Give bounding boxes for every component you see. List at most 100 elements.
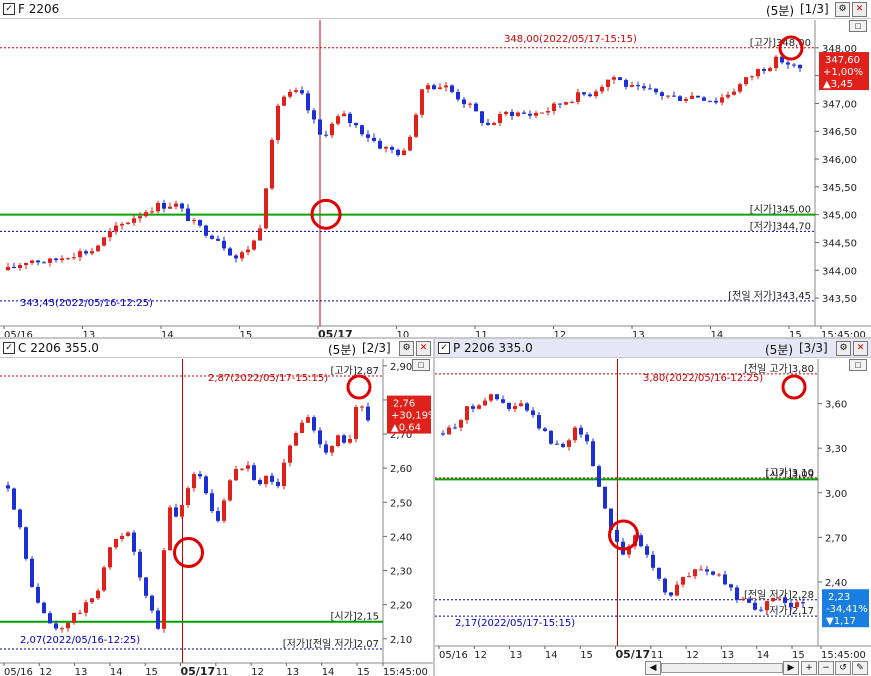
candle-up (765, 601, 769, 611)
candle-up (120, 535, 124, 539)
candle-down (258, 480, 262, 485)
current-change-value: ▲3,45 (823, 79, 853, 90)
candle-up (222, 500, 226, 521)
y-tick-label: 347,00 (822, 99, 857, 110)
zoom-out-icon[interactable]: − (818, 661, 834, 675)
highlight-circle (346, 374, 372, 400)
x-tick-label: 05/17 (318, 328, 353, 337)
candle-up (489, 394, 493, 401)
candle-up (777, 597, 781, 599)
candle-down (657, 567, 661, 579)
candle-down (705, 569, 709, 572)
candle-up (594, 91, 598, 97)
candlestick-chart[interactable]: 2,902,802,702,602,502,402,302,202,1005/1… (0, 339, 433, 676)
candle-down (582, 92, 586, 95)
candle-up (186, 488, 190, 506)
candle-up (24, 263, 28, 266)
candle-down (561, 443, 565, 447)
candle-down (234, 255, 238, 259)
candle-up (546, 111, 550, 113)
candle-up (192, 219, 196, 222)
reference-label-low: [저가]344,70 (750, 220, 811, 232)
tool-icon[interactable]: ✎ (852, 661, 868, 675)
highlight-circle (781, 374, 807, 400)
candle-up (336, 435, 340, 447)
candle-up (750, 76, 754, 78)
candle-up (330, 446, 334, 453)
candle-down (150, 595, 154, 611)
reference-label-open: [시가]3,09 (766, 468, 814, 480)
candle-down (30, 558, 34, 587)
candle-up (108, 231, 112, 238)
candle-up (60, 258, 64, 261)
candle-down (714, 100, 718, 103)
candle-down (360, 125, 364, 135)
y-tick-label: 344,50 (822, 238, 857, 249)
scroll-right-icon[interactable]: ▶ (783, 661, 799, 675)
current-change-percent: -34,41% (826, 604, 868, 615)
candle-down (639, 535, 643, 547)
y-tick-label: 345,50 (822, 183, 857, 194)
candle-up (306, 417, 310, 423)
current-price: 2,23 (828, 592, 850, 603)
candle-down (672, 95, 676, 97)
y-tick-label: 2,50 (390, 498, 412, 509)
chart-canvas: 3,603,303,002,702,4005/16 12 13 14 15 05/17 11… (435, 359, 871, 661)
extreme-annotation: 2,17(2022/05/17-15:15) (455, 618, 575, 629)
candle-up (258, 228, 262, 241)
candle-down (348, 113, 352, 123)
candle-up (72, 257, 76, 259)
chart-scrollbar[interactable]: ◀ ▶ + − ↺ ✎ (645, 660, 871, 675)
candle-down (162, 202, 166, 209)
candle-down (144, 577, 148, 596)
candle-up (513, 406, 517, 409)
current-change-value: ▼1,17 (826, 616, 856, 627)
candle-up (234, 468, 238, 481)
candle-up (690, 95, 694, 99)
candle-up (567, 440, 571, 447)
y-tick-label: 2,10 (390, 635, 412, 646)
x-tick-label: 14 (110, 667, 123, 676)
candle-up (96, 245, 100, 252)
candle-up (228, 480, 232, 501)
candle-down (432, 85, 436, 90)
candle-up (732, 91, 736, 95)
candle-down (786, 62, 790, 65)
candlestick-chart[interactable]: 348,00347,50347,00346,50346,00345,50345,… (0, 0, 871, 337)
candle-down (366, 406, 370, 421)
candle-down (270, 475, 274, 482)
candle-down (456, 91, 460, 100)
candle-down (753, 602, 757, 610)
candle-up (552, 103, 556, 112)
candle-down (789, 602, 793, 607)
candle-up (264, 475, 268, 485)
scroll-track[interactable] (661, 663, 783, 673)
x-tick-label: 10 (397, 330, 410, 337)
candle-up (408, 136, 412, 151)
candle-down (597, 466, 601, 487)
candle-up (516, 112, 520, 116)
zoom-in-icon[interactable]: + (801, 661, 817, 675)
candle-down (618, 77, 622, 81)
candle-up (438, 87, 442, 90)
y-tick-label: 3,00 (825, 489, 847, 500)
candle-down (783, 597, 787, 603)
candle-up (30, 260, 34, 264)
candle-up (252, 240, 256, 250)
candle-up (687, 576, 691, 578)
pane-put-option: ✓ P 2206 335.0 (5분) [3/3] ⚙ ✕ □ 3,60 3,30… (435, 339, 871, 676)
candle-down (501, 399, 505, 403)
candle-down (486, 122, 490, 125)
candle-up (66, 258, 70, 260)
candle-up (573, 427, 577, 441)
candle-up (519, 403, 523, 407)
candle-down (522, 112, 526, 114)
candlestick-chart[interactable]: 3,60 3,30 3,00 2,70 2,40 05/16 12 13 14 15 05/17 11… (435, 339, 871, 676)
chart-canvas: 2,902,802,702,602,502,402,302,202,1005/1… (0, 359, 433, 676)
scroll-left-icon[interactable]: ◀ (645, 661, 661, 675)
candle-up (717, 574, 721, 576)
reset-icon[interactable]: ↺ (835, 661, 851, 675)
candle-down (531, 410, 535, 416)
candle-up (771, 597, 775, 602)
x-tick-label: 15 (145, 667, 158, 676)
